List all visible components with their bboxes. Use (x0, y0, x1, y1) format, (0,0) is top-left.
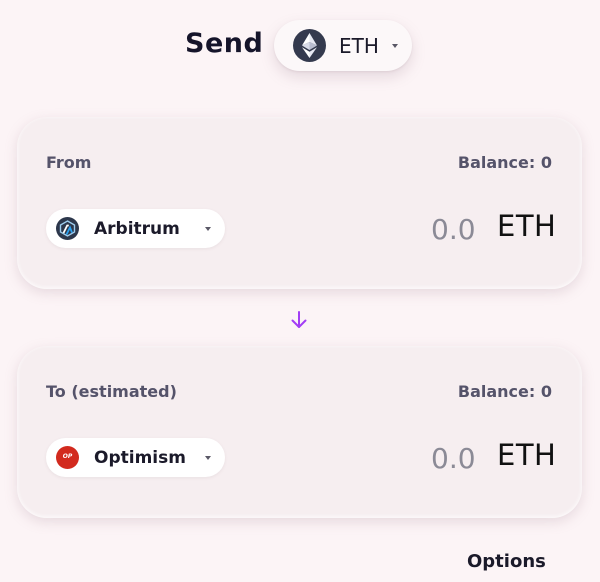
to-balance: Balance: 0 (457, 382, 552, 401)
from-network-name: Arbitrum (94, 219, 180, 239)
from-network-selector[interactable]: Arbitrum (46, 209, 225, 248)
options-toggle[interactable]: Options (467, 551, 546, 572)
token-symbol: ETH (339, 34, 379, 58)
arbitrum-icon (56, 217, 79, 240)
optimism-icon: OP (56, 446, 79, 469)
chevron-down-icon (392, 44, 398, 48)
to-card: To (estimated) Balance: 0 OP Optimism 0.… (17, 346, 582, 518)
from-label: From (46, 153, 92, 172)
token-selector[interactable]: ETH (274, 20, 412, 71)
optimism-icon-text: OP (62, 453, 73, 460)
to-amount-unit: ETH (497, 438, 557, 472)
chevron-down-icon (205, 456, 211, 460)
ethereum-icon (293, 29, 326, 62)
arrow-down-icon[interactable] (289, 309, 309, 331)
chevron-down-icon (205, 227, 211, 231)
send-header: Send ETH (0, 20, 600, 72)
from-amount-unit: ETH (497, 209, 557, 243)
from-balance: Balance: 0 (457, 153, 552, 172)
from-amount-input[interactable]: 0.0 (431, 213, 476, 246)
to-label: To (estimated) (46, 382, 177, 401)
to-amount-value: 0.0 (431, 442, 476, 475)
to-network-selector[interactable]: OP Optimism (46, 438, 225, 477)
page-title: Send (185, 28, 264, 59)
from-card: From Balance: 0 Arbitrum 0.0 ETH (17, 117, 582, 289)
to-network-name: Optimism (94, 448, 186, 468)
